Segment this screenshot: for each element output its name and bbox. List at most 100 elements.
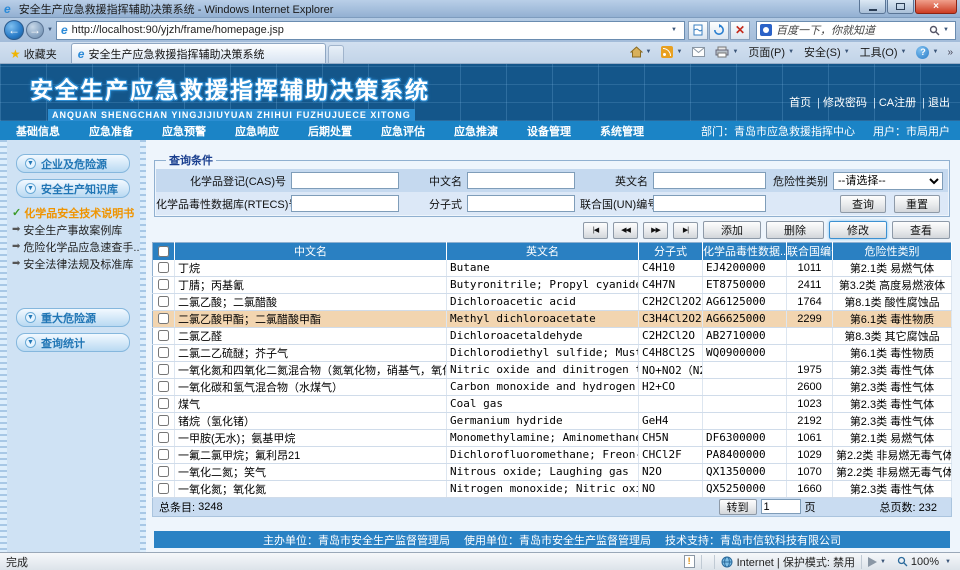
en-name-input[interactable]	[653, 172, 766, 189]
row-checkbox[interactable]	[158, 330, 169, 341]
table-row[interactable]: 煤气Coal gas1023第2.3类 毒性气体	[153, 395, 952, 412]
document-alert-icon[interactable]	[684, 555, 695, 568]
goto-page-button[interactable]: 转到	[719, 499, 757, 515]
table-row[interactable]: 丁腈；丙基氰Butyronitrile; Propyl cyanideC4H7N…	[153, 276, 952, 293]
view-button[interactable]: 查看	[892, 221, 950, 239]
minimize-button[interactable]	[859, 0, 886, 14]
last-page-button[interactable]: ▶|	[673, 222, 698, 239]
nav-basic-info[interactable]: 基础信息	[16, 123, 60, 139]
cn-name-input[interactable]	[467, 172, 575, 189]
sidebar-item-accident-cases[interactable]: ➡ 安全生产事故案例库	[12, 221, 146, 238]
browser-tab[interactable]: e 安全生产应急救援指挥辅助决策系统	[71, 43, 326, 63]
nav-emergency-drill[interactable]: 应急推演	[454, 123, 498, 139]
table-row[interactable]: 一氟二氯甲烷；氟利昂21Dichlorofluoromethane; Freon…	[153, 446, 952, 463]
row-checkbox[interactable]	[158, 483, 169, 494]
row-checkbox[interactable]	[158, 296, 169, 307]
stop-button[interactable]: ✕	[730, 21, 750, 40]
link-change-password[interactable]: 修改密码	[811, 94, 867, 110]
close-button[interactable]: ×	[915, 0, 957, 14]
flag-icon[interactable]	[868, 557, 877, 567]
overflow-chevron-icon[interactable]: »	[944, 47, 956, 58]
modify-button[interactable]: 修改	[829, 221, 887, 239]
search-icon[interactable]	[929, 25, 940, 36]
table-row[interactable]: 二氯乙醛DichloroacetaldehydeC2H2Cl2OAB271000…	[153, 327, 952, 344]
nav-emergency-preparation[interactable]: 应急准备	[89, 123, 133, 139]
sidebar-item-laws-standards[interactable]: ➡ 安全法律法规及标准库	[12, 255, 146, 272]
next-page-button[interactable]: ▶▶	[643, 222, 668, 239]
flag-dropdown-icon[interactable]: ▼	[880, 559, 886, 565]
delete-button[interactable]: 删除	[766, 221, 824, 239]
page-number-input[interactable]	[761, 499, 801, 514]
table-row[interactable]: 锗烷（氢化锗）Germanium hydrideGeH42192第2.3类 毒性…	[153, 412, 952, 429]
page-menu[interactable]: 页面(P)▼	[744, 42, 798, 62]
row-checkbox[interactable]	[158, 381, 169, 392]
sidebar-group-enterprise-hazard[interactable]: ▼ 企业及危险源	[16, 154, 130, 173]
row-checkbox[interactable]	[158, 364, 169, 375]
un-number-input[interactable]	[653, 195, 766, 212]
row-checkbox[interactable]	[158, 279, 169, 290]
sidebar-item-hazchem-quickref[interactable]: ➡ 危险化学品应急速查手...	[12, 238, 146, 255]
prev-page-button[interactable]: ◀◀	[613, 222, 638, 239]
new-tab-button[interactable]	[328, 45, 344, 63]
row-checkbox[interactable]	[158, 449, 169, 460]
table-row[interactable]: 一氧化二氮；笑气Nitrous oxide; Laughing gasN2OQX…	[153, 463, 952, 480]
table-row[interactable]: 一氧化氮；氧化氮Nitrogen monoxide; Nitric oxideN…	[153, 480, 952, 497]
row-checkbox[interactable]	[158, 398, 169, 409]
address-field[interactable]: e http://localhost:90/yjzh/frame/homepag…	[56, 21, 685, 40]
row-checkbox[interactable]	[158, 466, 169, 477]
row-checkbox[interactable]	[158, 313, 169, 324]
help-menu[interactable]: ?▼	[912, 42, 942, 62]
home-button[interactable]: ▼	[626, 42, 656, 62]
print-dropdown-icon[interactable]: ▼	[732, 49, 738, 55]
reset-button[interactable]: 重置	[894, 195, 940, 213]
nav-emergency-warning[interactable]: 应急预警	[162, 123, 206, 139]
nav-post-disposal[interactable]: 后期处置	[308, 123, 352, 139]
table-row[interactable]: 二氯二乙硫醚；芥子气Dichlorodiethyl sulfide; Musta…	[153, 344, 952, 361]
nav-emergency-evaluation[interactable]: 应急评估	[381, 123, 425, 139]
rtecs-input[interactable]	[291, 195, 399, 212]
mail-button[interactable]	[688, 42, 709, 62]
table-row[interactable]: 一氧化氮和四氧化二氮混合物（氮氧化物，硝基气，氧化氮气体）Nitric oxid…	[153, 361, 952, 378]
search-box[interactable]: 百度一下，你就知道 ▼	[756, 21, 956, 40]
home-dropdown-icon[interactable]: ▼	[646, 49, 652, 55]
table-row-selected[interactable]: 二氯乙酸甲酯；二氯醋酸甲酯Methyl dichloroacetateC3H4C…	[153, 310, 952, 327]
row-checkbox[interactable]	[158, 432, 169, 443]
cas-input[interactable]	[291, 172, 399, 189]
refresh-button[interactable]	[709, 21, 729, 40]
sidebar-group-query-statistics[interactable]: ▼ 查询统计	[16, 333, 130, 352]
table-row[interactable]: 一甲胺(无水)；氨基甲烷Monomethylamine; Aminomethan…	[153, 429, 952, 446]
feeds-button[interactable]: ▼	[657, 42, 686, 62]
first-page-button[interactable]: |◀	[583, 222, 608, 239]
table-row[interactable]: 一氧化碳和氢气混合物（水煤气）Carbon monoxide and hydro…	[153, 378, 952, 395]
link-ca-register[interactable]: CA注册	[867, 94, 916, 110]
link-logout[interactable]: 退出	[916, 94, 950, 110]
hazard-class-select[interactable]: --请选择--	[833, 172, 943, 190]
nav-emergency-response[interactable]: 应急响应	[235, 123, 279, 139]
add-button[interactable]: 添加	[703, 221, 761, 239]
zoom-control[interactable]: 100% ▼	[889, 556, 954, 568]
favorites-button[interactable]: ★ 收藏夹	[4, 44, 63, 63]
maximize-button[interactable]	[887, 0, 914, 14]
row-checkbox[interactable]	[158, 415, 169, 426]
print-button[interactable]: ▼	[711, 42, 742, 62]
nav-system-management[interactable]: 系统管理	[600, 123, 644, 139]
feeds-dropdown-icon[interactable]: ▼	[676, 49, 682, 55]
history-dropdown-icon[interactable]: ▼	[47, 27, 53, 33]
row-checkbox[interactable]	[158, 347, 169, 358]
search-dropdown-icon[interactable]: ▼	[943, 27, 949, 33]
security-menu[interactable]: 安全(S)▼	[800, 42, 854, 62]
back-button[interactable]: ←	[4, 20, 24, 40]
nav-equipment-management[interactable]: 设备管理	[527, 123, 571, 139]
table-row[interactable]: 丁烷ButaneC4H10EJ42000001011第2.1类 易燃气体	[153, 260, 952, 277]
compatibility-view-button[interactable]	[688, 21, 708, 40]
table-row[interactable]: 二氯乙酸；二氯醋酸Dichloroacetic acidC2H2Cl2O2AG6…	[153, 293, 952, 310]
sidebar-group-major-hazards[interactable]: ▼ 重大危险源	[16, 308, 130, 327]
sidebar-group-knowledge-base[interactable]: ▼ 安全生产知识库	[16, 179, 130, 198]
formula-input[interactable]	[467, 195, 575, 212]
tools-menu[interactable]: 工具(O)▼	[856, 42, 911, 62]
forward-button[interactable]: →	[26, 21, 44, 39]
sidebar-item-chemical-msds[interactable]: ✓ 化学品安全技术说明书	[12, 204, 146, 221]
link-home[interactable]: 首页	[789, 94, 811, 110]
select-all-checkbox[interactable]	[158, 246, 169, 257]
address-dropdown-icon[interactable]: ▼	[671, 27, 677, 33]
